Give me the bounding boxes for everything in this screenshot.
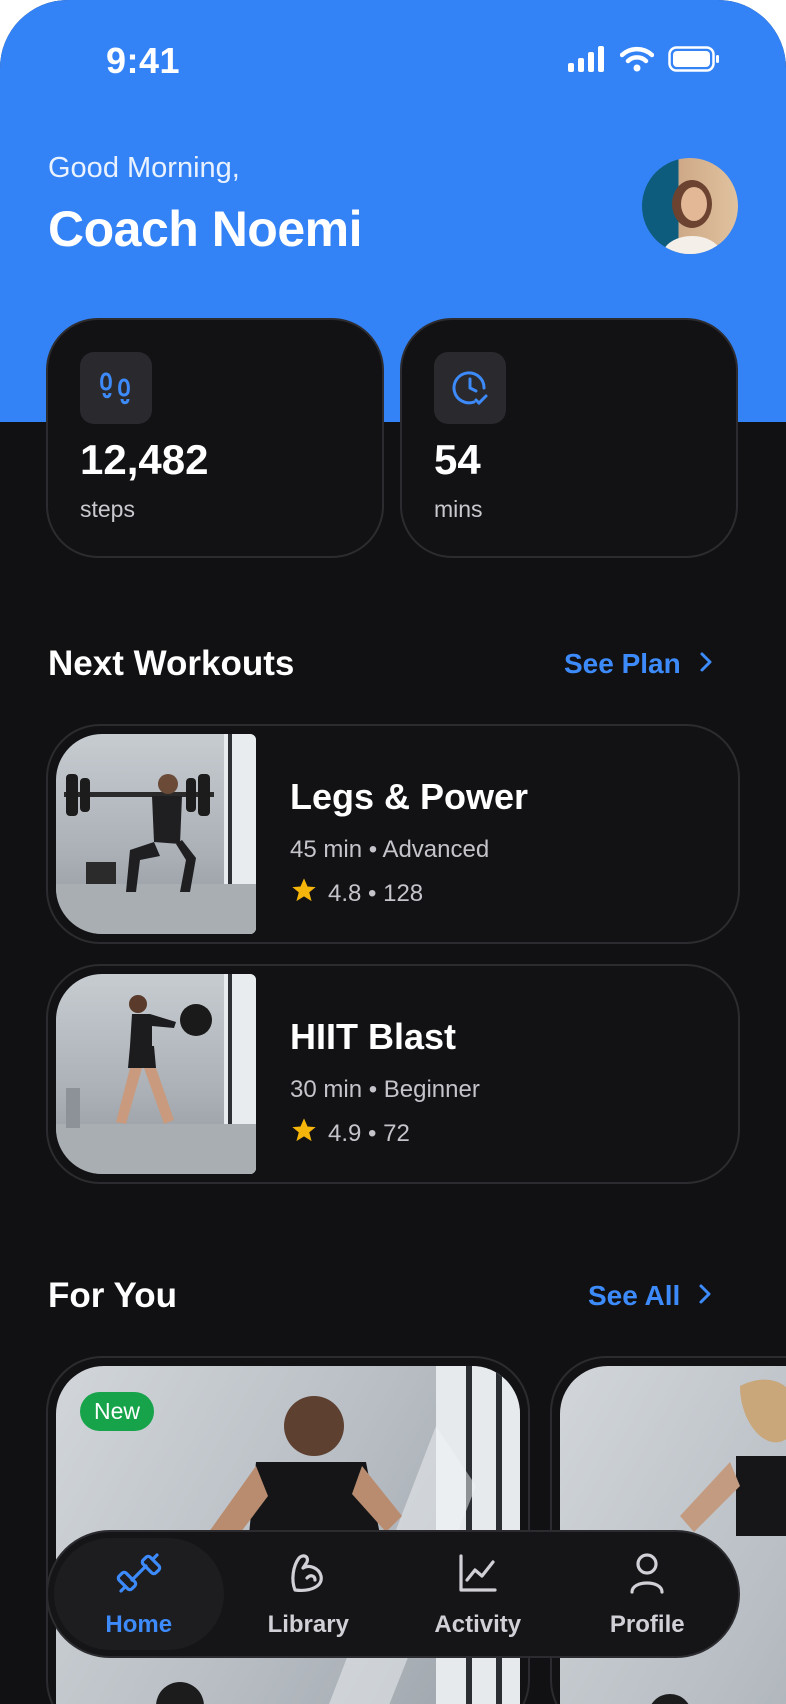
chevron-right-icon xyxy=(699,648,713,680)
steps-unit: steps xyxy=(80,496,135,522)
tab-activity[interactable]: Activity xyxy=(393,1538,563,1650)
bicep-icon xyxy=(285,1550,331,1603)
chart-line-icon xyxy=(455,1550,501,1603)
stat-card-steps[interactable]: 12,482 steps xyxy=(46,318,384,558)
tab-label: Library xyxy=(267,1610,349,1638)
user-icon xyxy=(624,1550,670,1603)
avatar-portrait xyxy=(662,180,722,254)
chevron-right-icon xyxy=(698,1280,712,1312)
new-badge: New xyxy=(80,1392,155,1431)
tab-library[interactable]: Library xyxy=(224,1538,394,1650)
see-all-label: See All xyxy=(588,1280,681,1311)
minutes-value: 54 xyxy=(434,436,481,483)
wifi-icon xyxy=(619,46,655,77)
workout-thumbnail xyxy=(56,974,256,1174)
see-plan-label: See Plan xyxy=(564,648,681,679)
workout-card[interactable]: HIIT Blast 30 min • Beginner 4.9 • 72 xyxy=(46,964,740,1184)
avatar[interactable] xyxy=(642,158,738,254)
star-icon xyxy=(290,876,318,911)
stat-card-minutes[interactable]: 54 mins xyxy=(400,318,738,558)
coach-name: Coach Noemi xyxy=(48,201,363,257)
battery-icon xyxy=(668,46,720,77)
workout-meta: 45 min • Advanced xyxy=(290,836,490,863)
workout-rating: 4.8 • 128 xyxy=(290,876,423,911)
workout-card[interactable]: Legs & Power 45 min • Advanced 4.8 • 128 xyxy=(46,724,740,944)
bottom-tab-bar: Home Library Activity Profile xyxy=(46,1530,740,1658)
star-icon xyxy=(290,1116,318,1151)
greeting-text: Good Morning, xyxy=(48,152,240,184)
workout-rating: 4.9 • 72 xyxy=(290,1116,410,1151)
rating-text: 4.8 • 128 xyxy=(328,879,424,907)
rating-text: 4.9 • 72 xyxy=(328,1119,410,1147)
see-all-link[interactable]: See All xyxy=(588,1280,712,1312)
tab-label: Profile xyxy=(609,1610,685,1638)
footsteps-icon xyxy=(80,352,152,424)
signal-icon xyxy=(568,46,606,77)
see-plan-link[interactable]: See Plan xyxy=(564,648,713,680)
next-workouts-title: Next Workouts xyxy=(48,644,295,683)
status-icons xyxy=(568,46,720,77)
workout-title: Legs & Power xyxy=(290,776,529,817)
tab-profile[interactable]: Profile xyxy=(563,1538,733,1650)
status-bar: 9:41 xyxy=(0,40,786,84)
steps-value: 12,482 xyxy=(80,436,209,483)
dumbbell-icon xyxy=(116,1550,162,1603)
status-time: 9:41 xyxy=(106,40,181,81)
clock-check-icon xyxy=(434,352,506,424)
workout-thumbnail xyxy=(56,734,256,934)
workout-title: HIIT Blast xyxy=(290,1016,457,1057)
minutes-unit: mins xyxy=(434,496,483,522)
for-you-title: For You xyxy=(48,1276,177,1315)
phone-screen: 9:41 Good Morning, Coach Noemi 12,482 st… xyxy=(0,0,786,1704)
tab-label: Home xyxy=(105,1610,173,1638)
workout-meta: 30 min • Beginner xyxy=(290,1076,480,1103)
tab-label: Activity xyxy=(434,1610,522,1638)
tab-home[interactable]: Home xyxy=(54,1538,224,1650)
